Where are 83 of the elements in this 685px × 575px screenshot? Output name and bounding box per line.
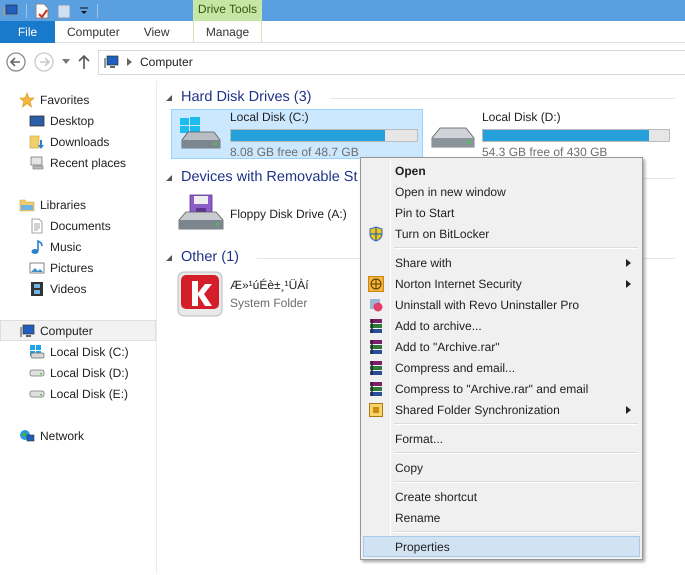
menu-item[interactable]: Copy: [363, 457, 640, 478]
ribbon-tab[interactable]: Manage: [193, 21, 262, 43]
system-drive-icon: [29, 344, 45, 360]
sidebar-item[interactable]: Videos: [0, 278, 156, 299]
menu-item[interactable]: Open in new window: [363, 181, 640, 202]
sidebar-item[interactable]: Favorites: [0, 89, 156, 110]
menu-item[interactable]: Add to "Archive.rar": [363, 336, 640, 357]
collapse-arrow-icon[interactable]: [165, 94, 173, 102]
recent-locations-caret-icon[interactable]: [62, 59, 70, 65]
computer-icon: [103, 54, 119, 70]
menu-item[interactable]: Uninstall with Revo Uninstaller Pro: [363, 294, 640, 315]
menu-item[interactable]: Properties: [363, 536, 640, 557]
app-icon: [176, 270, 224, 318]
menu-item[interactable]: Add to archive...: [363, 315, 640, 336]
film-strip-icon: [29, 280, 45, 296]
star-icon: [19, 92, 35, 108]
menu-item[interactable]: Share with: [363, 252, 640, 273]
customize-menu-icon[interactable]: [79, 6, 89, 16]
menu-item[interactable]: Format...: [363, 428, 640, 449]
archive-books-icon: [368, 339, 384, 355]
group-header: Hard Disk Drives (3): [181, 88, 312, 108]
recent-places-icon: [29, 154, 45, 170]
collapse-arrow-icon[interactable]: [165, 174, 173, 182]
sidebar-item[interactable]: Desktop: [0, 110, 156, 131]
sidebar-item[interactable]: Computer: [0, 320, 156, 341]
music-note-icon: [29, 238, 45, 254]
sidebar-item[interactable]: Downloads: [0, 131, 156, 152]
group-header: Other (1): [181, 248, 240, 268]
item-name: Local Disk (C:): [230, 108, 310, 126]
drive-icon: [29, 390, 45, 398]
sidebar-item[interactable]: Recent places: [0, 152, 156, 173]
desktop-icon: [29, 112, 45, 128]
menu-item[interactable]: Compress and email...: [363, 357, 640, 378]
archive-books-icon: [368, 381, 384, 397]
menu-item[interactable]: Open: [363, 160, 640, 181]
menu-item[interactable]: Turn on BitLocker: [363, 223, 640, 244]
drive-tile[interactable]: Local Disk (C:) 8.08 GB free of 48.7 GB: [171, 109, 423, 159]
pictures-icon: [29, 260, 45, 276]
libraries-folder-icon: [19, 196, 35, 212]
network-icon: [19, 428, 35, 444]
collapse-arrow-icon[interactable]: [165, 254, 173, 262]
address-bar[interactable]: Computer: [98, 50, 685, 74]
sidebar-item[interactable]: Network: [0, 425, 156, 446]
context-tab-group-label: Drive Tools: [194, 0, 261, 21]
group-header: Devices with Removable St: [181, 168, 358, 188]
computer-icon[interactable]: [2, 2, 18, 18]
breadcrumb-item[interactable]: Computer: [140, 53, 193, 71]
archive-books-icon: [368, 360, 384, 376]
sidebar-item[interactable]: Local Disk (C:): [0, 341, 156, 362]
menu-item[interactable]: Norton Internet Security: [363, 273, 640, 294]
item-detail: 54.3 GB free of 430 GB: [482, 144, 608, 160]
up-arrow-icon[interactable]: [78, 55, 90, 69]
menu-item[interactable]: Shared Folder Synchronization: [363, 399, 640, 420]
drive-icon: [29, 368, 45, 376]
sidebar-item[interactable]: Libraries: [0, 194, 156, 215]
breadcrumb-arrow-icon: [127, 58, 132, 66]
menu-item[interactable]: Pin to Start: [363, 202, 640, 223]
drive-tile[interactable]: Floppy Disk Drive (A:): [171, 189, 356, 239]
downloads-folder-icon: [29, 134, 45, 150]
ribbon-tab[interactable]: View: [132, 21, 182, 43]
drive-tile[interactable]: Local Disk (D:) 54.3 GB free of 430 GB: [423, 109, 675, 159]
menu-item[interactable]: Create shortcut: [363, 486, 640, 507]
ribbon-tab[interactable]: Computer: [55, 21, 132, 43]
sidebar-item[interactable]: Music: [0, 236, 156, 257]
shield-icon: [368, 226, 384, 242]
sidebar-item[interactable]: Documents: [0, 215, 156, 236]
sidebar-item[interactable]: Pictures: [0, 257, 156, 278]
item-name: Local Disk (D:): [482, 108, 562, 126]
archive-books-icon: [368, 318, 384, 334]
properties-icon[interactable]: [35, 2, 49, 18]
globe-icon: [368, 276, 384, 292]
sidebar-item[interactable]: Local Disk (D:): [0, 362, 156, 383]
menu-item[interactable]: Compress to "Archive.rar" and email: [363, 378, 640, 399]
drive-tile[interactable]: Æ»¹úÉè±¸¹ÜÀí System Folder: [171, 269, 318, 319]
sidebar-item[interactable]: Local Disk (E:): [0, 383, 156, 404]
item-name: Æ»¹úÉè±¸¹ÜÀí: [230, 277, 309, 294]
computer-icon: [19, 322, 35, 338]
item-detail: 8.08 GB free of 48.7 GB: [230, 144, 360, 160]
menu-item[interactable]: Rename: [363, 507, 640, 528]
back-button[interactable]: [6, 52, 26, 72]
item-name: Floppy Disk Drive (A:): [230, 206, 347, 223]
item-detail: System Folder: [230, 295, 308, 312]
document-icon: [29, 218, 45, 234]
